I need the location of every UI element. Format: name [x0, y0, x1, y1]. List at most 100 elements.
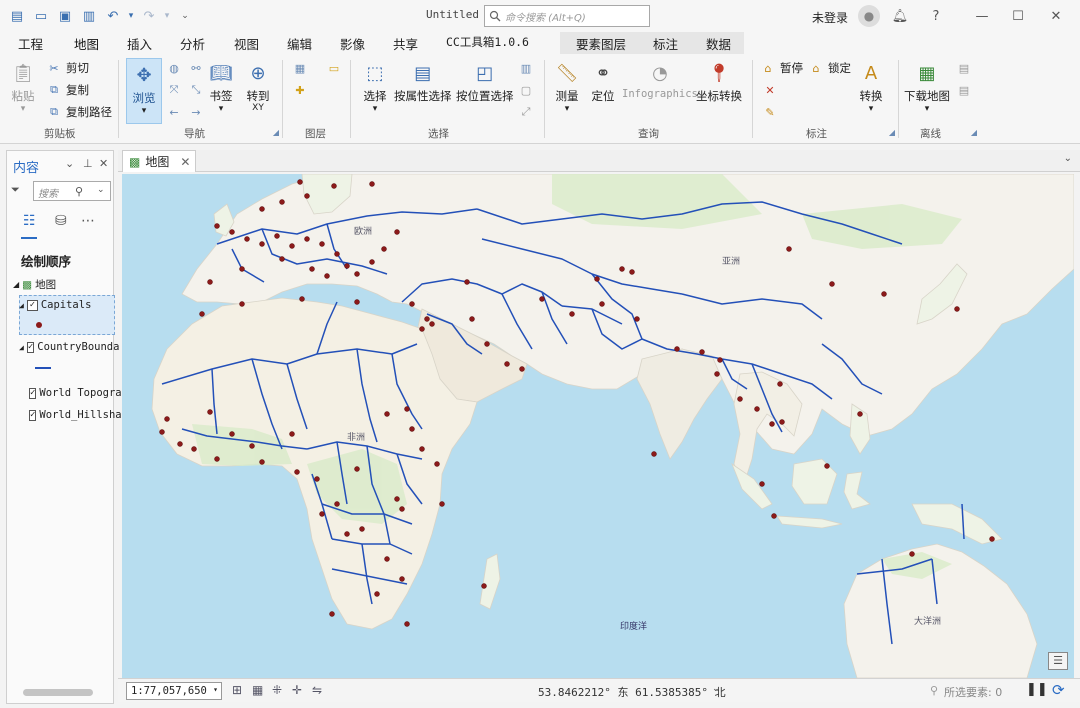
copy-button[interactable]: ⧉ 复制 — [46, 82, 89, 98]
pin-pane-icon[interactable]: ⊥ — [83, 157, 93, 170]
close-icon[interactable]: ✕ — [1046, 6, 1066, 26]
refresh-icon[interactable]: ⟳ — [1052, 681, 1065, 699]
bookmark-button[interactable]: 📖︎ 书签 ▾ — [206, 58, 236, 115]
add-preset-icon[interactable]: ▭ — [326, 60, 342, 76]
pause-drawing-icon[interactable]: ❚❚ — [1026, 682, 1048, 697]
zoom-to-selection-icon[interactable]: ⤢ — [518, 104, 534, 120]
layer-country-boundaries[interactable]: ◢ ✓ CountryBoundaries — [19, 341, 121, 353]
sync-icon[interactable]: ▤ — [956, 60, 972, 76]
browse-button[interactable]: ✥ 浏览 ▾ — [129, 60, 159, 117]
tab-labeling[interactable]: 标注 — [653, 34, 678, 53]
close-pane-icon[interactable]: ✕ — [99, 157, 108, 170]
remove-offline-icon[interactable]: ▤ — [956, 82, 972, 98]
search-options-icon[interactable]: ⌄ — [97, 185, 105, 195]
open-project-icon[interactable]: ▭ — [30, 5, 52, 27]
command-search-input[interactable]: 命令搜索 (Alt+Q) — [484, 5, 650, 27]
save-icon[interactable]: ▣ — [54, 5, 76, 27]
map-table-button[interactable]: ☰ — [1048, 652, 1068, 670]
new-project-icon[interactable]: ▤ — [6, 5, 28, 27]
full-extent-icon[interactable]: ◍ — [166, 60, 182, 76]
redo-icon[interactable]: ↷ — [138, 5, 160, 27]
previous-extent-icon[interactable]: ← — [166, 104, 182, 120]
locate-button[interactable]: ⚭ 定位 — [588, 58, 618, 104]
unplaced-labels-icon[interactable]: ✕ — [762, 82, 778, 98]
crosshair-icon[interactable]: ✛ — [292, 683, 302, 697]
tab-view[interactable]: 视图 — [234, 34, 259, 53]
list-by-drawing-order-icon[interactable]: ☷ — [23, 213, 36, 229]
copy-path-button[interactable]: ⧉ 复制路径 — [46, 104, 112, 120]
tab-map[interactable]: 地图 — [74, 34, 100, 56]
maximize-icon[interactable]: ☐ — [1008, 6, 1028, 26]
notification-bell-icon[interactable]: 🔔︎ — [890, 6, 910, 26]
layer-visibility-checkbox[interactable]: ✓ — [26, 341, 35, 353]
tab-data[interactable]: 数据 — [706, 34, 731, 53]
list-by-source-icon[interactable]: ⛁ — [55, 213, 67, 229]
filter-icon[interactable]: ⏷ — [11, 183, 20, 197]
cut-button[interactable]: ✂ 剪切 — [46, 60, 89, 76]
sign-in-status[interactable]: 未登录 — [812, 9, 848, 26]
layer-capitals[interactable]: ◢ ✓ Capitals — [19, 299, 121, 311]
link-icon[interactable]: ⚯ — [188, 60, 204, 76]
convert-labels-button[interactable]: A 转换 ▾ — [856, 58, 886, 115]
infographics-button[interactable]: ◔ Infographics — [622, 58, 698, 101]
map-view[interactable]: 欧洲 亚洲 非洲 印度洋 大洋洲 ☰ — [122, 174, 1074, 678]
clear-selection-icon[interactable]: ▢ — [518, 82, 534, 98]
coordinate-conversion-button[interactable]: 📍︎ 坐标转换 — [696, 58, 742, 104]
select-by-attributes-button[interactable]: ▤ 按属性选择 — [394, 58, 452, 104]
collapse-icon[interactable]: ◢ — [19, 301, 24, 310]
snapping-icon[interactable]: ⁜ — [272, 683, 282, 697]
close-tab-icon[interactable]: ✕ — [180, 155, 190, 169]
attributes-icon[interactable]: ▥ — [518, 60, 534, 76]
tab-cc-toolbox[interactable]: CC工具箱1.0.6 — [446, 34, 529, 50]
collapse-icon[interactable]: ◢ — [19, 343, 24, 352]
basemap-icon[interactable]: ▦ — [292, 60, 308, 76]
label-options-icon[interactable]: ✎ — [762, 104, 778, 120]
tab-insert[interactable]: 插入 — [127, 34, 152, 53]
layer-visibility-checkbox[interactable]: ✓ — [29, 409, 37, 421]
pane-menu-icon[interactable]: ⌄ — [65, 157, 74, 170]
paste-button[interactable]: 📋︎ 粘贴 ▾ — [8, 58, 38, 115]
minimize-icon[interactable]: — — [972, 6, 992, 26]
select-by-location-button[interactable]: ◰ 按位置选择 — [456, 58, 514, 104]
lock-labels-button[interactable]: ⌂ 锁定 — [808, 60, 852, 76]
tab-share[interactable]: 共享 — [393, 34, 418, 53]
dialog-launcher-icon[interactable]: ◢ — [966, 124, 982, 140]
download-map-button[interactable]: ▦ 下载地图 ▾ — [904, 58, 950, 115]
measure-button[interactable]: 📏︎ 测量 ▾ — [552, 58, 582, 115]
tab-edit[interactable]: 编辑 — [287, 34, 312, 53]
zoom-out-icon[interactable]: ⤡ — [188, 82, 204, 98]
tab-map-view[interactable]: ▩ 地图 ✕ — [122, 150, 196, 172]
undo-dropdown-icon[interactable]: ▾ — [126, 5, 136, 27]
save-as-icon[interactable]: ▥ — [78, 5, 100, 27]
customize-toolbar-icon[interactable]: ⌄ — [174, 5, 196, 27]
pause-labels-button[interactable]: ⌂ 暂停 — [760, 60, 804, 76]
layer-visibility-checkbox[interactable]: ✓ — [26, 299, 38, 311]
goto-xy-button[interactable]: ⊕ 转到 XY — [243, 58, 273, 113]
avatar[interactable]: ● — [858, 5, 880, 27]
scale-selector[interactable]: 1:77,057,650 ▾ — [126, 682, 222, 700]
navigator-icon[interactable]: ⇋ — [312, 683, 322, 697]
search-icon[interactable]: ⚲ — [75, 185, 83, 198]
tab-analysis[interactable]: 分析 — [180, 34, 205, 53]
tab-imagery[interactable]: 影像 — [340, 34, 365, 53]
next-extent-icon[interactable]: → — [188, 104, 204, 120]
undo-icon[interactable]: ↶ — [102, 5, 124, 27]
help-icon[interactable]: ? — [926, 6, 946, 26]
grid-icon[interactable]: ⊞ — [232, 683, 242, 697]
collapse-icon[interactable]: ◢ — [13, 280, 19, 289]
layer-world-topographic[interactable]: ✓ World Topographic Map — [29, 387, 131, 399]
tab-feature-layer[interactable]: 要素图层 — [576, 34, 626, 53]
layer-world-hillshade[interactable]: ✓ World_Hillshade — [29, 409, 131, 421]
add-data-icon[interactable]: ✚ — [292, 82, 308, 98]
coordinates-dropdown-icon[interactable]: ⌄ — [712, 684, 720, 694]
map-canvas[interactable]: 欧洲 亚洲 非洲 印度洋 大洋洲 — [122, 174, 1074, 678]
more-options-icon[interactable]: ⋯ — [81, 213, 95, 229]
layer-visibility-checkbox[interactable]: ✓ — [29, 387, 37, 399]
redo-dropdown-icon[interactable]: ▾ — [162, 5, 172, 27]
tabs-dropdown-icon[interactable]: ⌄ — [1064, 153, 1072, 164]
tab-project[interactable]: 工程 — [18, 34, 43, 53]
fixed-zoom-icon[interactable]: ⤧ — [166, 82, 182, 98]
pane-horizontal-scrollbar[interactable] — [23, 689, 93, 696]
map-node[interactable]: ◢ ▩ 地图 — [13, 277, 115, 292]
table-icon[interactable]: ▦ — [252, 683, 263, 697]
